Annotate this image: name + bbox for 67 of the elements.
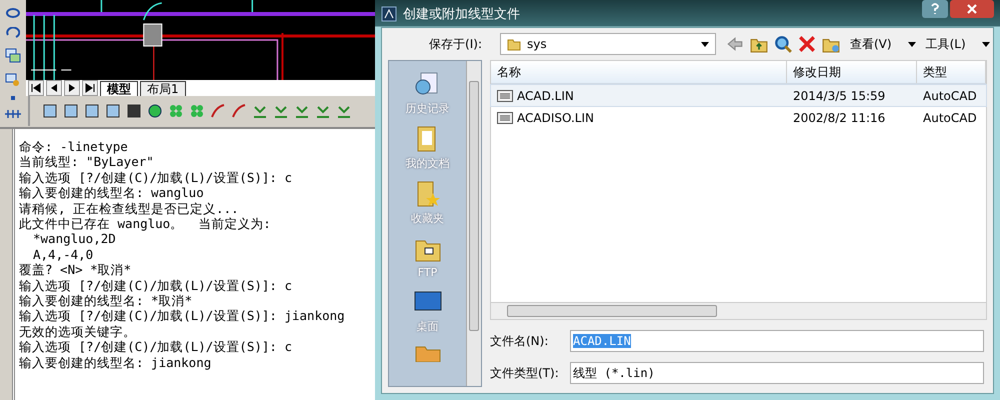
toolbar-icon[interactable]: [231, 103, 247, 119]
tools-menu[interactable]: 工具(L): [926, 36, 966, 52]
dialog-title: 创建或附加线型文件: [403, 6, 520, 22]
delete-icon[interactable]: [798, 35, 816, 53]
next-icon[interactable]: [64, 80, 80, 96]
toolbar-icon[interactable]: [105, 103, 121, 119]
command-line: 当前线型: "ByLayer": [19, 154, 155, 170]
file-icon: [497, 112, 513, 124]
layout-tab[interactable]: 模型: [100, 80, 138, 96]
file-row[interactable]: ACAD.LIN 2014/3/5 15:59 AutoCAD: [491, 85, 986, 106]
block-icon[interactable]: [5, 48, 21, 64]
file-type: AutoCAD: [922, 110, 978, 124]
file-type: AutoCAD: [922, 88, 978, 102]
layout-tab[interactable]: 布局1: [140, 80, 186, 96]
first-page-icon[interactable]: [28, 80, 44, 96]
column-header[interactable]: 修改日期: [787, 61, 917, 83]
column-header[interactable]: 类型: [917, 61, 986, 83]
ellipse-icon[interactable]: [6, 8, 20, 18]
folder-icon: [507, 37, 521, 51]
command-line: 无效的选项关键字。: [19, 324, 137, 340]
app-icon: [381, 6, 397, 22]
back-arrow-icon[interactable]: [726, 35, 744, 53]
command-line: 命令: -linetype: [19, 139, 129, 154]
dropdown-arrow-icon: [701, 42, 709, 46]
toolbar-icon[interactable]: [147, 103, 163, 119]
insert-icon[interactable]: [5, 73, 21, 87]
file-name-label: 文件名(N):: [490, 332, 550, 350]
file-name: ACADISO.LIN: [517, 110, 594, 124]
toolbar-icon[interactable]: [63, 103, 79, 119]
command-line: 请稍候, 正在检查线型是否已定义...: [19, 200, 240, 216]
command-line: 输入要创建的线型名: *取消*: [19, 293, 194, 308]
arc-icon[interactable]: [6, 27, 20, 39]
command-line: 输入要创建的线型名: jiankong: [19, 354, 212, 370]
command-line: 覆盖? <N> *取消*: [19, 262, 132, 278]
command-line: 输入要创建的线型名: wangluo: [19, 185, 205, 201]
file-icon: [497, 90, 513, 102]
file-row[interactable]: ACADISO.LIN 2002/8/2 11:16 AutoCAD: [491, 107, 986, 128]
file-date: 2002/8/2 11:16: [792, 110, 886, 124]
column-header[interactable]: 名称: [491, 61, 787, 83]
save-in-label: 保存于(I):: [428, 36, 482, 52]
view-menu[interactable]: 查看(V): [850, 36, 892, 52]
previous-icon[interactable]: [46, 80, 62, 96]
toolbar-icon[interactable]: [126, 103, 142, 119]
search-icon[interactable]: [774, 35, 792, 53]
close-icon[interactable]: [950, 0, 994, 18]
command-line: *wangluo,2D: [32, 231, 117, 247]
command-line: 此文件中已存在 wangluo。 当前定义为:: [19, 216, 272, 232]
file-type-dropdown[interactable]: 线型 (*.lin): [570, 362, 984, 384]
command-line: 输入选项 [?/创建(C)/加载(L)/设置(S)]: c: [19, 278, 293, 294]
command-line: 输入选项 [?/创建(C)/加载(L)/设置(S)]: c: [19, 170, 293, 186]
dropdown-arrow-icon[interactable]: [982, 42, 990, 46]
command-line: A,4,-4,0: [32, 246, 94, 262]
file-type-label: 文件类型(T):: [490, 364, 560, 382]
scrollbar[interactable]: [491, 302, 986, 319]
file-date: 2014/3/5 15:59: [792, 88, 886, 102]
toolbar-icon[interactable]: [84, 103, 100, 119]
scrollbar[interactable]: [466, 61, 481, 386]
toolbar-icon[interactable]: [42, 103, 58, 119]
dropdown-arrow-icon[interactable]: [908, 42, 916, 46]
hatch-icon[interactable]: [5, 109, 21, 119]
command-line: 输入选项 [?/创建(C)/加载(L)/设置(S)]: c: [19, 339, 293, 355]
file-name: ACAD.LIN: [517, 88, 574, 102]
command-line: 输入选项 [?/创建(C)/加载(L)/设置(S)]: jiankong: [19, 308, 346, 324]
toolbar-icon[interactable]: [210, 103, 226, 119]
folder-dropdown[interactable]: sys: [500, 33, 716, 55]
help-icon[interactable]: [922, 0, 948, 18]
last-page-icon[interactable]: [82, 80, 98, 96]
